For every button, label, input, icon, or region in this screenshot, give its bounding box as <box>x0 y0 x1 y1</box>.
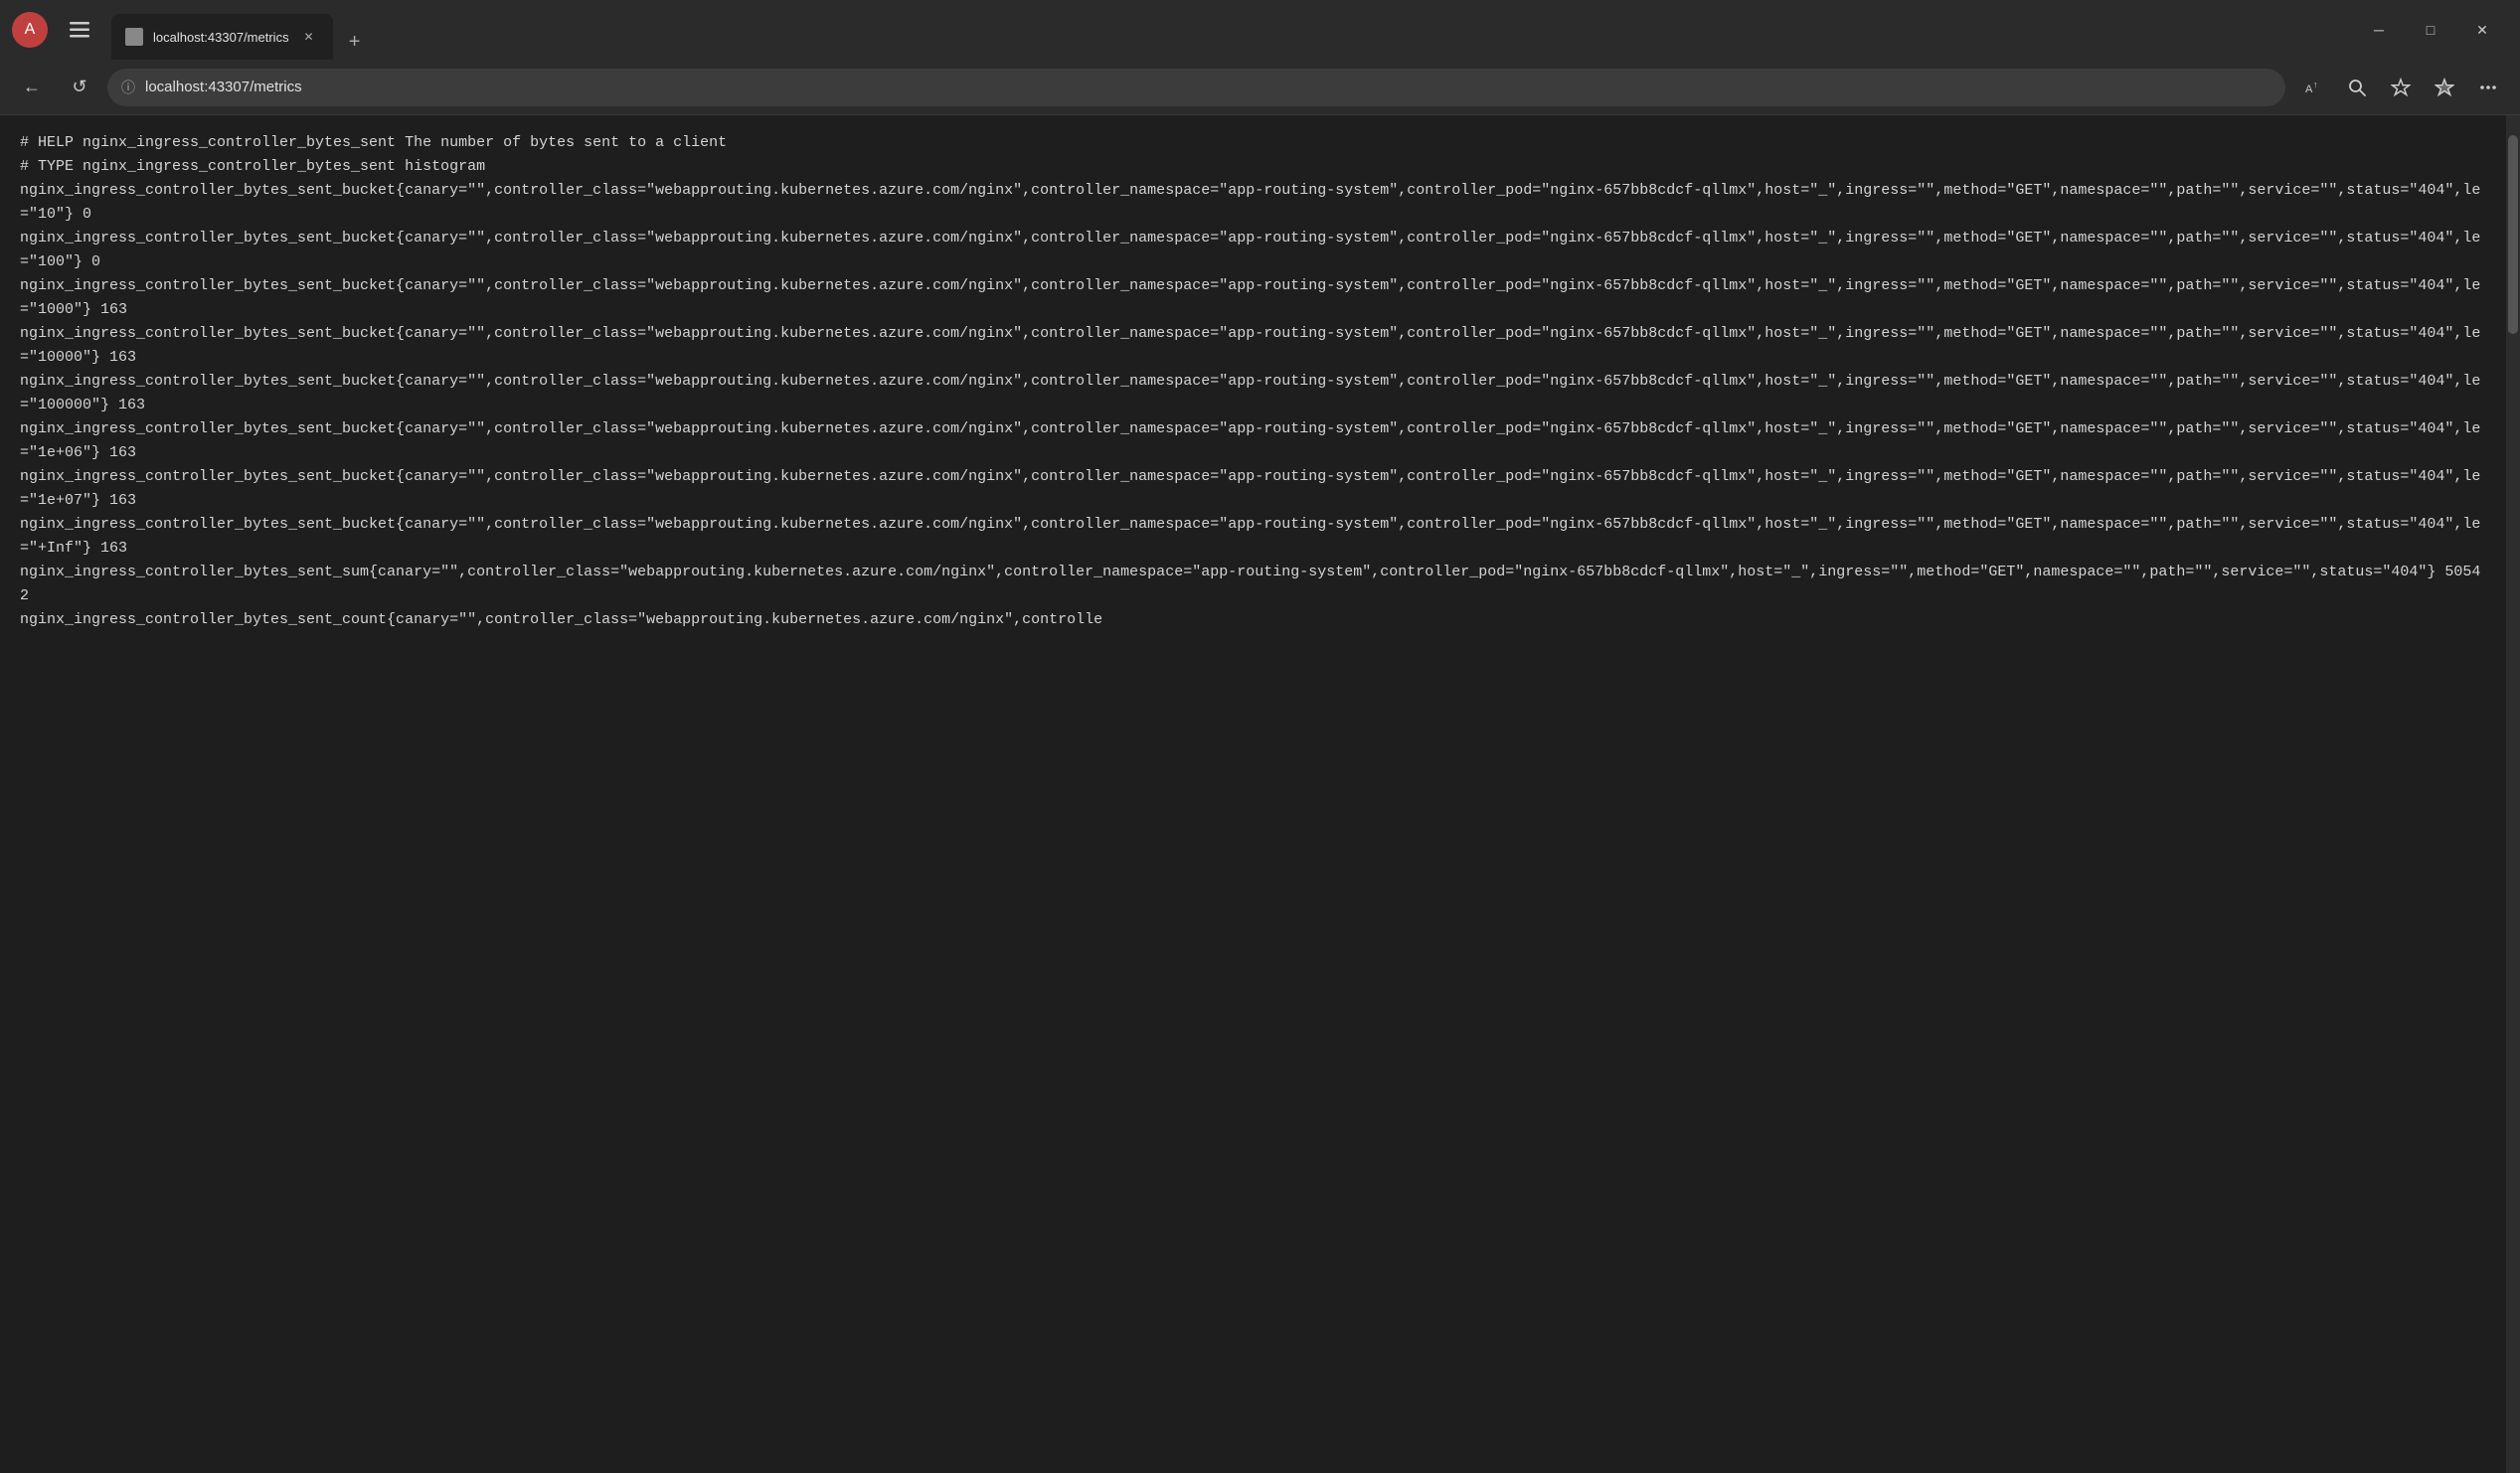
new-tab-button[interactable]: + <box>337 24 373 60</box>
back-button[interactable]: ← <box>12 68 52 107</box>
metric-line: nginx_ingress_controller_bytes_sent_buck… <box>20 516 2480 557</box>
address-text: localhost:43307/metrics <box>145 79 2271 95</box>
metrics-content[interactable]: # HELP nginx_ingress_controller_bytes_se… <box>0 115 2506 1473</box>
navbar: ← ↺ ⓘ localhost:43307/metrics A ↑ <box>0 60 2520 115</box>
metric-line: nginx_ingress_controller_bytes_sent_buck… <box>20 182 2480 223</box>
window-controls: ─ □ ✕ <box>2353 11 2508 49</box>
comment-line: # HELP nginx_ingress_controller_bytes_se… <box>20 134 727 151</box>
metric-line: nginx_ingress_controller_bytes_sent_buck… <box>20 468 2480 509</box>
metric-line: nginx_ingress_controller_bytes_sent_buck… <box>20 373 2480 413</box>
comment-line: # TYPE nginx_ingress_controller_bytes_se… <box>20 158 485 175</box>
more-button[interactable] <box>2468 68 2508 107</box>
read-aloud-button[interactable]: A ↑ <box>2293 68 2333 107</box>
titlebar: A localhost:43307/metrics ✕ + <box>0 0 2520 60</box>
metric-line: nginx_ingress_controller_bytes_sent_coun… <box>20 611 1102 628</box>
svg-text:A: A <box>2305 83 2313 95</box>
sidebar-toggle[interactable] <box>64 14 95 46</box>
minimize-button[interactable]: ─ <box>2353 11 2405 49</box>
address-bar[interactable]: ⓘ localhost:43307/metrics <box>107 69 2285 106</box>
metric-line: nginx_ingress_controller_bytes_sent_buck… <box>20 420 2480 461</box>
tabs-area: localhost:43307/metrics ✕ + <box>111 0 2337 60</box>
scrollbar-track[interactable] <box>2506 115 2520 1473</box>
content-area: # HELP nginx_ingress_controller_bytes_se… <box>0 115 2520 1473</box>
metric-line: nginx_ingress_controller_bytes_sent_buck… <box>20 230 2480 270</box>
metric-line: nginx_ingress_controller_bytes_sent_buck… <box>20 277 2480 318</box>
metric-line: nginx_ingress_controller_bytes_sent_sum{… <box>20 564 2480 604</box>
search-button[interactable] <box>2337 68 2377 107</box>
metric-line: nginx_ingress_controller_bytes_sent_buck… <box>20 325 2480 366</box>
tab-close-button[interactable]: ✕ <box>299 27 319 47</box>
tab-title: localhost:43307/metrics <box>153 30 289 45</box>
nav-actions: A ↑ <box>2293 68 2508 107</box>
close-button[interactable]: ✕ <box>2456 11 2508 49</box>
scrollbar-thumb[interactable] <box>2508 135 2518 334</box>
svg-text:↑: ↑ <box>2313 80 2318 89</box>
maximize-button[interactable]: □ <box>2405 11 2456 49</box>
avatar[interactable]: A <box>12 12 48 48</box>
favorites-button[interactable] <box>2381 68 2421 107</box>
collections-button[interactable] <box>2425 68 2464 107</box>
lock-icon: ⓘ <box>121 78 135 97</box>
tab-favicon <box>125 28 143 46</box>
refresh-button[interactable]: ↺ <box>60 68 99 107</box>
active-tab[interactable]: localhost:43307/metrics ✕ <box>111 14 333 60</box>
